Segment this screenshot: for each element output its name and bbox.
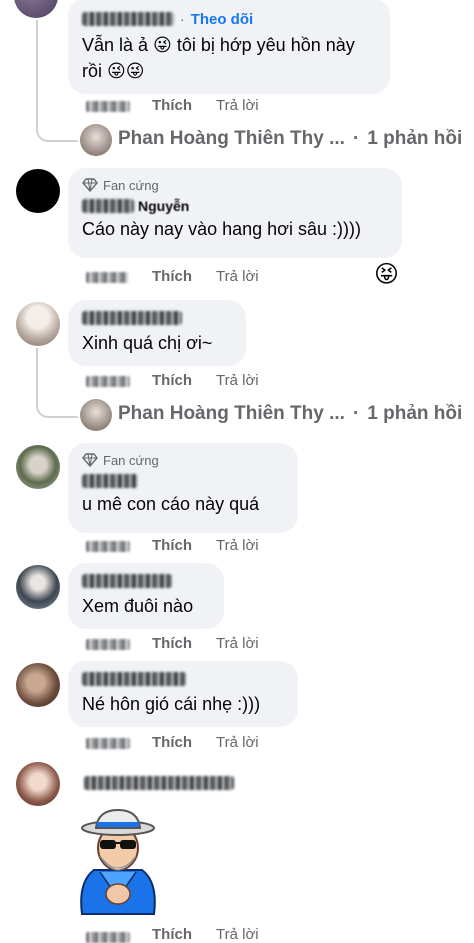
diamond-icon — [82, 178, 98, 192]
comment-bubble: Xinh quá chị ơi~ — [68, 300, 246, 366]
reply-count: 1 phản hồi — [367, 128, 463, 149]
reply-avatar[interactable] — [80, 399, 112, 431]
like-button[interactable]: Thích — [152, 372, 192, 389]
follow-button[interactable]: Theo dõi — [191, 11, 254, 28]
timestamp[interactable] — [86, 101, 130, 112]
author-name[interactable] — [84, 774, 234, 792]
author-name[interactable] — [82, 199, 134, 213]
like-button[interactable]: Thích — [152, 635, 192, 652]
reply-author-name: Phan Hoàng Thiên Thy ... — [118, 403, 345, 424]
comment-bubble: · Theo dõi Vẫn là ả 😜 tôi bị hớp yêu hồn… — [68, 0, 390, 94]
comment-bubble: Xem đuôi nào — [68, 563, 224, 629]
comment-bubble: Fan cứng Nguyễn Cáo này nay vào hang hơi… — [68, 168, 402, 258]
comment-text: Xinh quá chị ơi~ — [82, 333, 213, 353]
timestamp[interactable] — [86, 541, 130, 552]
avatar[interactable] — [16, 445, 60, 489]
timestamp[interactable] — [86, 639, 130, 650]
author-name[interactable] — [82, 474, 138, 488]
avatar[interactable] — [16, 762, 60, 806]
reply-button[interactable]: Trả lời — [216, 268, 259, 285]
comment-text: Xem đuôi nào — [82, 596, 194, 616]
avatar[interactable] — [14, 0, 58, 18]
fan-badge: Fan cứng — [82, 451, 284, 469]
view-replies-link[interactable]: Phan Hoàng Thiên Thy ... · 1 phản hồi — [118, 128, 462, 150]
comment-bubble: Né hôn gió cái nhẹ :))) — [68, 661, 298, 727]
author-name[interactable] — [82, 574, 172, 588]
author-name[interactable] — [82, 12, 174, 26]
avatar[interactable] — [16, 565, 60, 609]
like-button[interactable]: Thích — [152, 734, 192, 751]
reaction-emoji[interactable]: 😝 — [374, 260, 399, 290]
reply-author-name: Phan Hoàng Thiên Thy ... — [118, 128, 345, 149]
reply-button[interactable]: Trả lời — [216, 635, 259, 652]
reply-button[interactable]: Trả lời — [216, 926, 259, 943]
reply-count: 1 phản hồi — [367, 403, 463, 424]
like-button[interactable]: Thích — [152, 268, 192, 285]
comment-text: Né hôn gió cái nhẹ :))) — [82, 694, 261, 714]
old-man-sunglasses-sticker[interactable] — [70, 802, 166, 922]
comment-text: u mê con cáo này quá — [82, 494, 260, 514]
timestamp[interactable] — [86, 932, 130, 943]
fan-badge: Fan cứng — [82, 176, 388, 194]
like-button[interactable]: Thích — [152, 926, 192, 943]
timestamp[interactable] — [86, 272, 128, 283]
reply-button[interactable]: Trả lời — [216, 537, 259, 554]
avatar[interactable] — [16, 663, 60, 707]
thread-line — [36, 20, 78, 142]
view-replies-link[interactable]: Phan Hoàng Thiên Thy ... · 1 phản hồi — [118, 403, 462, 425]
timestamp[interactable] — [86, 376, 130, 387]
diamond-icon — [82, 453, 98, 467]
avatar[interactable] — [16, 302, 60, 346]
author-name[interactable] — [82, 672, 186, 686]
thread-line — [36, 348, 78, 418]
like-button[interactable]: Thích — [152, 97, 192, 114]
reply-avatar[interactable] — [80, 124, 112, 156]
like-button[interactable]: Thích — [152, 537, 192, 554]
author-name[interactable] — [82, 311, 182, 325]
timestamp[interactable] — [86, 738, 130, 749]
comment-bubble: Fan cứng u mê con cáo này quá — [68, 443, 298, 533]
avatar[interactable] — [16, 169, 60, 213]
comment-text: Vẫn là ả 😜 tôi bị hớp yêu hồn này rồi 😜😜 — [82, 35, 355, 81]
reply-button[interactable]: Trả lời — [216, 734, 259, 751]
reply-button[interactable]: Trả lời — [216, 372, 259, 389]
comment-text: Cáo này nay vào hang hơi sâu :)))) — [82, 219, 361, 239]
reply-button[interactable]: Trả lời — [216, 97, 259, 114]
